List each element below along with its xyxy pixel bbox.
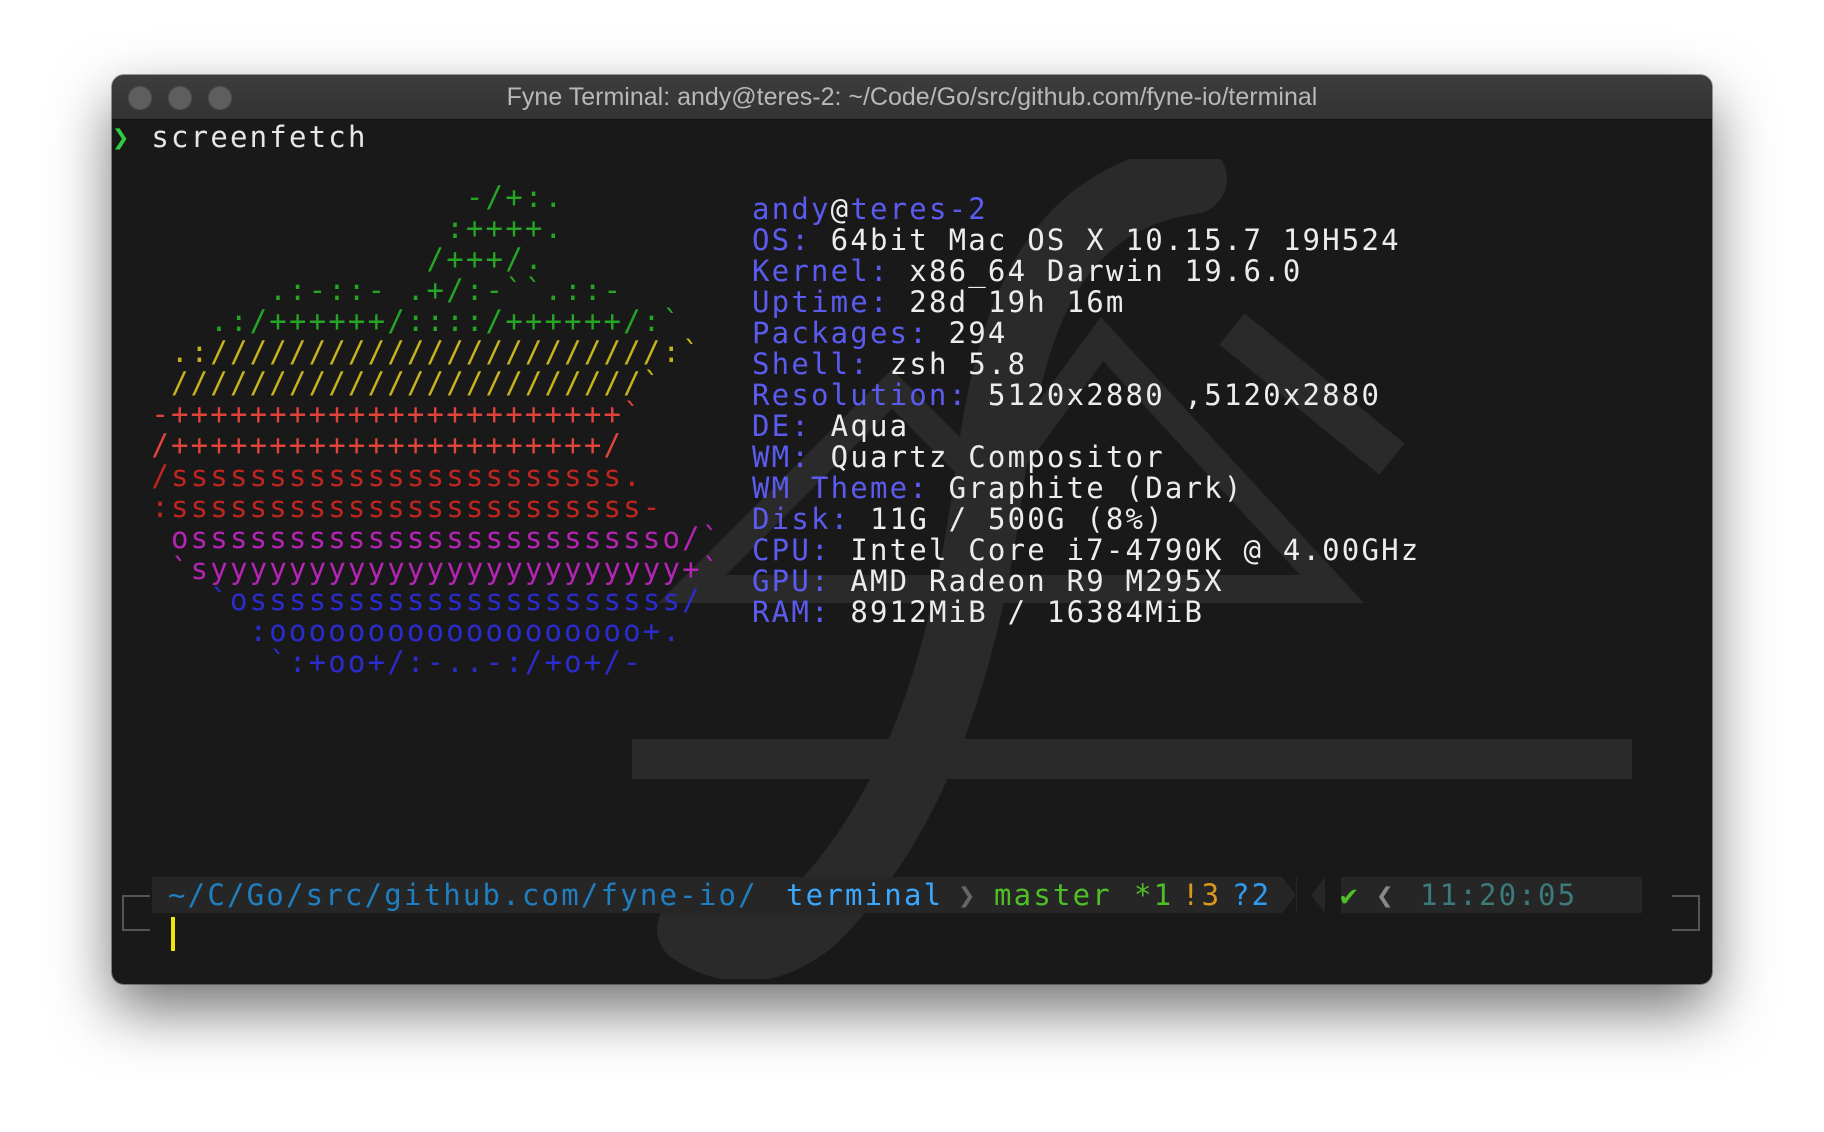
sysinfo-key: GPU:	[752, 564, 831, 598]
sysinfo-key: Disk:	[752, 502, 851, 536]
sysinfo-value: 294	[948, 316, 1008, 350]
window-title: Fyne Terminal: andy@teres-2: ~/Code/Go/s…	[506, 83, 1318, 111]
prompt-path-prefix: ~/C/Go/src/github.com/fyne-io/	[168, 878, 758, 912]
sysinfo-value: Aqua	[830, 409, 910, 443]
host-name: teres-2	[850, 192, 988, 226]
segment-arrow-left-icon	[1311, 877, 1325, 913]
ascii-logo-line: `:+oo+/:-..-:/+o+/-	[112, 645, 643, 679]
sysinfo-value: 28d 19h 16m	[909, 285, 1126, 319]
sysinfo-key: WM Theme:	[752, 471, 929, 505]
command-text: screenfetch	[151, 120, 368, 154]
sysinfo-key: OS:	[752, 223, 811, 257]
prompt-bracket-right	[1672, 895, 1700, 931]
sysinfo-key: CPU:	[752, 533, 831, 567]
git-branch: master	[994, 878, 1112, 912]
user-name: andy	[752, 192, 831, 226]
time-separator-icon: ❮	[1376, 878, 1396, 912]
sysinfo-value: Intel Core i7-4790K @ 4.00GHz	[850, 533, 1421, 567]
sysinfo-key: Uptime:	[752, 285, 890, 319]
at-sign: @	[830, 192, 851, 226]
sysinfo-value: 11G / 500G (8%)	[869, 502, 1165, 536]
sysinfo-row: RAM: 8912MiB / 16384MiB	[752, 594, 1204, 630]
sysinfo-key: Packages:	[752, 316, 929, 350]
command-line: ❯ screenfetch	[112, 119, 368, 155]
sysinfo-value: Graphite (Dark)	[948, 471, 1244, 505]
prompt-arrow-icon: ❯	[112, 120, 132, 154]
sysinfo-value: AMD Radeon R9 M295X	[850, 564, 1224, 598]
sysinfo-key: WM:	[752, 440, 811, 474]
sysinfo-key: Kernel:	[752, 254, 890, 288]
text-cursor	[171, 917, 175, 951]
segment-arrow-right-icon	[1282, 877, 1296, 913]
git-untracked-count: ?2	[1232, 878, 1272, 912]
prompt-time: 11:20:05	[1420, 878, 1578, 912]
sysinfo-value: 64bit Mac OS X 10.15.7 19H524	[830, 223, 1401, 257]
git-staged-count: *1	[1134, 878, 1174, 912]
prompt-status-bar: ~/C/Go/src/github.com/fyne-io/ terminal …	[152, 877, 1652, 913]
prompt-path-dir: terminal	[786, 878, 944, 912]
sysinfo-value: Quartz Compositor	[830, 440, 1165, 474]
git-modified-count: !3	[1182, 878, 1222, 912]
sysinfo-key: Resolution:	[752, 378, 969, 412]
terminal-content[interactable]: ❯ screenfetch -/+:. :++++. /+++/. .:-::-…	[112, 119, 1712, 984]
prompt-separator-icon: ❯	[958, 878, 978, 912]
sysinfo-key: RAM:	[752, 595, 831, 629]
prompt-bracket-left	[122, 895, 150, 931]
sysinfo-value: x86_64 Darwin 19.6.0	[909, 254, 1303, 288]
sysinfo-key: Shell:	[752, 347, 870, 381]
terminal-window: Fyne Terminal: andy@teres-2: ~/Code/Go/s…	[112, 75, 1712, 984]
sysinfo-value: 8912MiB / 16384MiB	[850, 595, 1205, 629]
sysinfo-value: zsh 5.8	[889, 347, 1028, 381]
sysinfo-value: 5120x2880 ,5120x2880	[987, 378, 1382, 412]
sysinfo-key: DE:	[752, 409, 811, 443]
title-bar[interactable]: Fyne Terminal: andy@teres-2: ~/Code/Go/s…	[112, 75, 1712, 120]
status-check-icon: ✔	[1340, 878, 1360, 912]
